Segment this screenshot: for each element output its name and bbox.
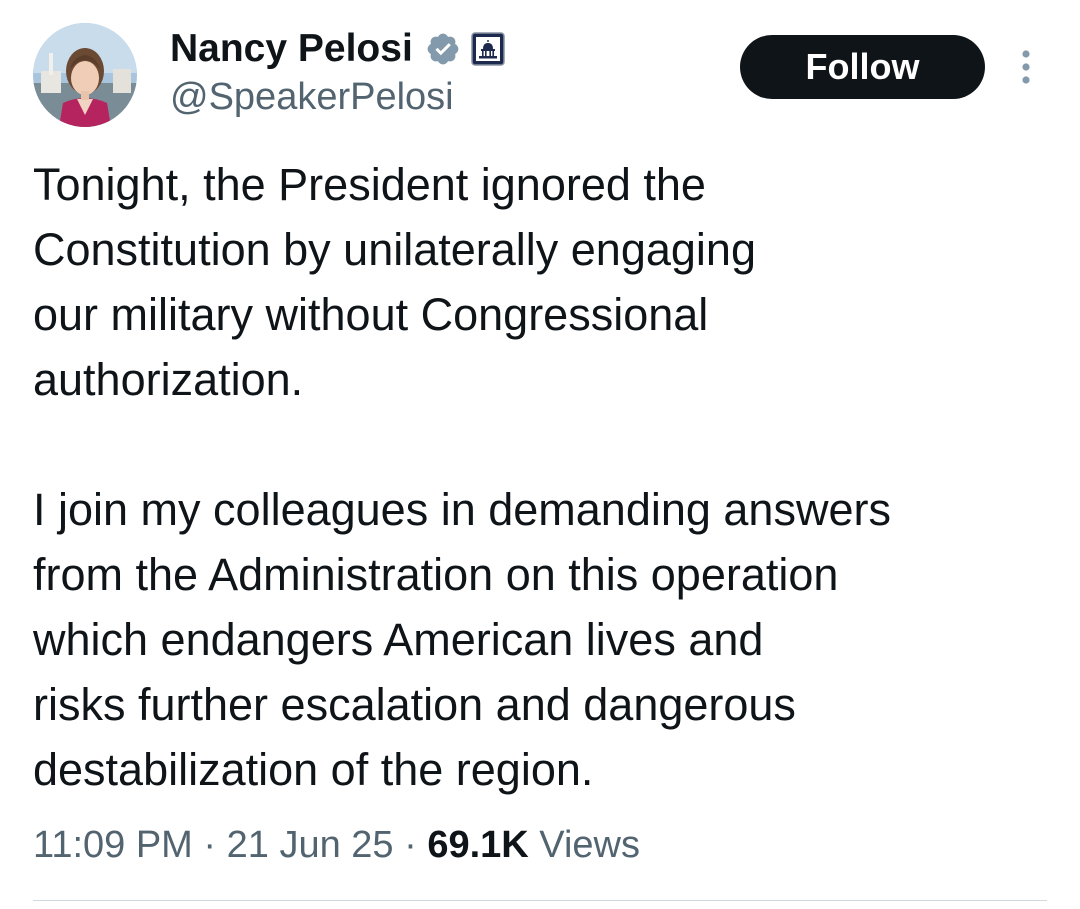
capitol-affiliation-icon[interactable] (471, 32, 505, 66)
tweet-date[interactable]: 21 Jun 25 (227, 824, 394, 866)
avatar-image (33, 23, 137, 127)
author-display-name[interactable]: Nancy Pelosi (170, 27, 413, 71)
verified-checkmark-icon[interactable] (425, 31, 461, 67)
author-name-row: Nancy Pelosi (170, 24, 505, 74)
author-handle[interactable]: @SpeakerPelosi (170, 76, 454, 119)
follow-button[interactable]: Follow (740, 35, 985, 99)
tweet-text: Tonight, the President ignored the Const… (33, 152, 1043, 802)
avatar[interactable] (33, 23, 137, 127)
tweet-metadata: 11:09 PM · 21 Jun 25 · 69.1K Views (33, 818, 640, 872)
tweet-paragraph: Tonight, the President ignored the Const… (33, 159, 756, 405)
tweet-paragraph: I join my colleagues in demanding answer… (33, 484, 891, 795)
separator-dot: · (203, 824, 227, 866)
tweet-time[interactable]: 11:09 PM (33, 824, 193, 866)
divider (33, 900, 1047, 901)
vertical-ellipsis-icon[interactable] (1014, 48, 1038, 86)
views-count: 69.1K (427, 824, 529, 866)
separator-dot: · (404, 824, 428, 866)
views-label: Views (528, 824, 640, 866)
